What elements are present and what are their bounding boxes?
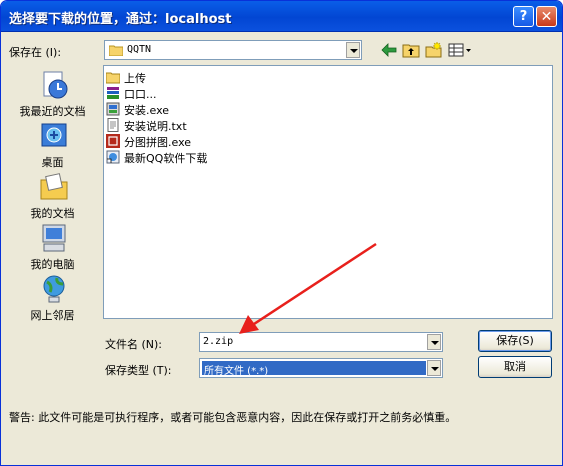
text-file-icon	[107, 118, 119, 132]
place-network[interactable]: 网上邻居	[8, 273, 97, 323]
folder-icon	[109, 45, 123, 56]
place-desktop[interactable]: 桌面	[8, 120, 97, 170]
filetype-value: 所有文件 (*.*)	[204, 366, 269, 377]
shortcut-icon	[106, 150, 120, 164]
place-my-documents[interactable]: 我的文档	[8, 171, 97, 221]
desktop-icon	[41, 123, 67, 147]
new-folder-icon[interactable]	[425, 41, 443, 59]
place-label: 网上邻居	[30, 309, 75, 322]
save-dialog: 选择要下载的位置，通过：localhost ? ✕ 保存在 (I): QQTN	[0, 0, 563, 466]
file-name: 最新QQ软件下载	[124, 152, 208, 165]
chevron-down-icon[interactable]	[346, 42, 360, 58]
chevron-down-icon[interactable]	[427, 334, 441, 350]
filename-value: 2.zip	[203, 336, 234, 347]
installer-icon	[106, 102, 120, 116]
place-label: 我的电脑	[30, 258, 75, 271]
my-documents-icon	[40, 173, 68, 200]
file-name: 安装.exe	[124, 104, 170, 117]
annotation-arrow-icon	[239, 242, 377, 334]
save-in-value: QQTN	[127, 44, 152, 55]
up-folder-icon[interactable]	[402, 41, 420, 59]
security-warning: 警告: 此文件可能是可执行程序，或者可能包含恶意内容，因此在保存或打开之前务必慎…	[9, 411, 457, 424]
place-my-computer[interactable]: 我的电脑	[8, 222, 97, 272]
network-places-icon	[43, 275, 65, 303]
back-arrow-icon[interactable]	[380, 41, 398, 59]
save-in-label: 保存在 (I):	[9, 46, 62, 59]
file-name: 口口...	[124, 88, 157, 101]
title-bar[interactable]: 选择要下载的位置，通过：localhost ? ✕	[1, 1, 562, 32]
dialog-title: 选择要下载的位置，通过：localhost	[9, 12, 232, 27]
folder-icon	[106, 72, 120, 84]
recent-documents-icon	[43, 71, 68, 99]
filetype-dropdown[interactable]: 所有文件 (*.*)	[199, 358, 443, 378]
my-computer-icon	[42, 224, 66, 252]
filename-label: 文件名 (N):	[105, 338, 163, 351]
place-label: 桌面	[41, 156, 64, 169]
place-label: 我最近的文档	[19, 105, 86, 118]
close-button[interactable]: ✕	[536, 6, 557, 27]
save-button[interactable]: 保存(S)	[478, 330, 552, 352]
file-name: 安装说明.txt	[124, 120, 187, 133]
file-name: 上传	[124, 72, 146, 85]
place-label: 我的文档	[30, 207, 75, 220]
view-menu-icon[interactable]	[447, 41, 473, 59]
help-button[interactable]: ?	[513, 6, 534, 27]
save-in-dropdown[interactable]: QQTN	[104, 40, 362, 60]
archive-icon	[107, 87, 119, 99]
chevron-down-icon[interactable]	[427, 360, 441, 376]
places-bar: 我最近的文档 桌面 我的文档 我的电脑 网上邻居	[8, 65, 97, 322]
cancel-button[interactable]: 取消	[478, 356, 552, 378]
place-recent-documents[interactable]: 我最近的文档	[8, 69, 97, 119]
file-name: 分图拼图.exe	[124, 136, 192, 149]
filetype-label: 保存类型 (T):	[105, 364, 172, 377]
app-icon	[106, 134, 120, 148]
